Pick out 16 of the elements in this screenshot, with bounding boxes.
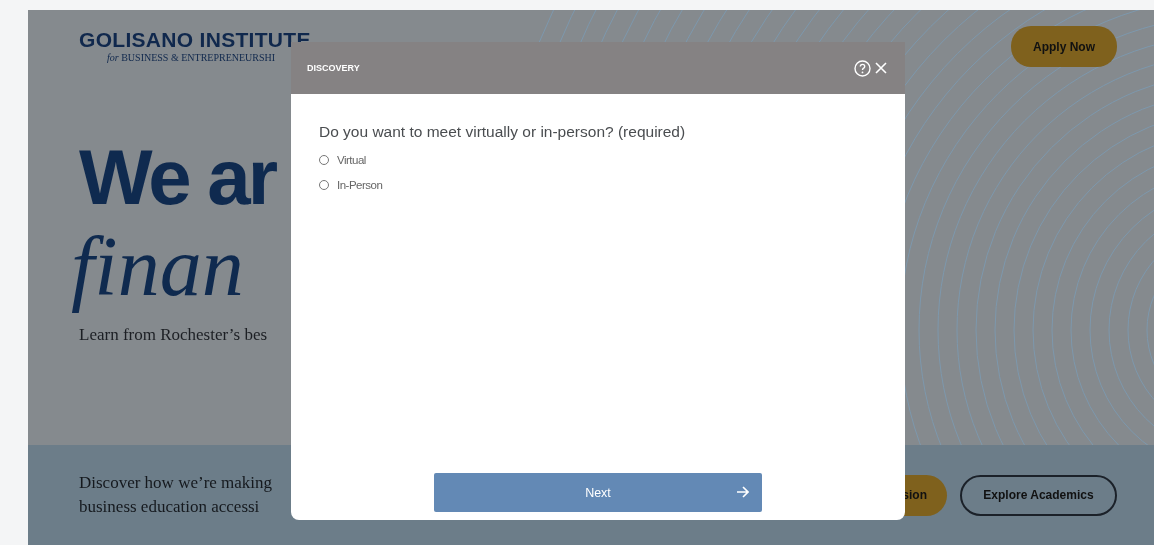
radio-option[interactable]: Virtual: [319, 147, 366, 172]
band-text-line: business education accessi: [79, 496, 261, 518]
radio-option[interactable]: In-Person: [319, 172, 383, 197]
modal-title: DISCOVERY: [307, 63, 360, 73]
hero-subtitle: Learn from Rochester’s bes: [79, 325, 269, 345]
close-icon[interactable]: [875, 62, 887, 74]
band-text-line: Discover how we’re making: [79, 472, 273, 494]
hero-headline-italic: finan: [70, 219, 245, 315]
question-text: Do you want to meet virtually or in-person? (required): [319, 123, 687, 141]
next-button[interactable]: Next: [434, 473, 762, 512]
cta-button[interactable]: Explore Academics: [960, 474, 1117, 516]
hero-headline: We ar: [79, 137, 277, 217]
help-icon[interactable]: [854, 59, 871, 77]
logo-subtitle: for BUSINESS & ENTREPRENEURSHI: [107, 52, 277, 63]
apply-now-button[interactable]: Apply Now: [1011, 26, 1117, 67]
arrow-right-icon: [736, 486, 749, 498]
